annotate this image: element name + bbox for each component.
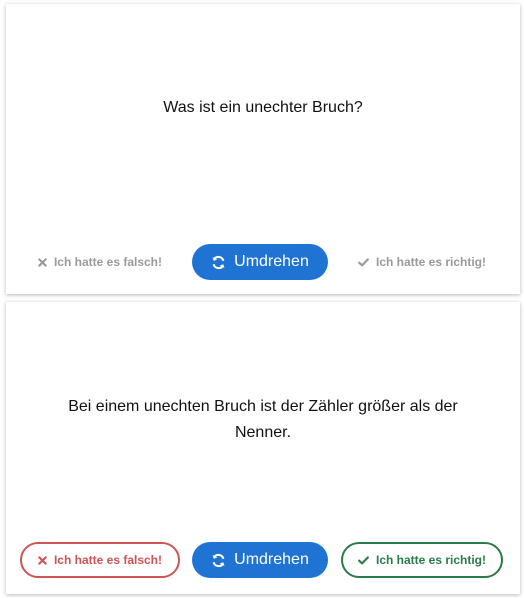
flip-button-label: Umdrehen <box>234 253 309 270</box>
refresh-icon <box>211 255 226 270</box>
wrong-button[interactable]: Ich hatte es falsch! <box>20 542 180 578</box>
answer-text: Bei einem unechten Bruch ist der Zähler … <box>68 398 458 441</box>
close-icon <box>38 257 47 267</box>
wrong-button-label: Ich hatte es falsch! <box>53 553 163 567</box>
flashcard-back: Bei einem unechten Bruch ist der Zähler … <box>6 302 520 594</box>
flashcard-page: Was ist ein unechter Bruch? Ich hatte es… <box>0 0 524 598</box>
check-icon <box>358 555 369 565</box>
wrong-button-label: Ich hatte es falsch! <box>53 255 163 269</box>
flip-button[interactable]: Umdrehen <box>192 542 328 578</box>
flip-button-label: Umdrehen <box>234 551 309 568</box>
check-icon <box>358 257 369 267</box>
flashcard-front: Was ist ein unechter Bruch? Ich hatte es… <box>6 4 520 294</box>
right-button-label: Ich hatte es richtig! <box>375 255 487 269</box>
card-actions: Ich hatte es falsch! Umdrehen Ich hatte … <box>6 244 520 282</box>
close-icon <box>38 555 47 565</box>
refresh-icon <box>211 553 226 568</box>
flip-button[interactable]: Umdrehen <box>192 244 328 280</box>
right-button[interactable]: Ich hatte es richtig! <box>341 244 503 280</box>
right-button[interactable]: Ich hatte es richtig! <box>341 542 503 578</box>
card-actions: Ich hatte es falsch! Umdrehen Ich hatte … <box>6 542 520 580</box>
right-button-label: Ich hatte es richtig! <box>375 553 487 567</box>
question-text: Was ist ein unechter Bruch? <box>163 99 363 116</box>
wrong-button[interactable]: Ich hatte es falsch! <box>20 244 180 280</box>
